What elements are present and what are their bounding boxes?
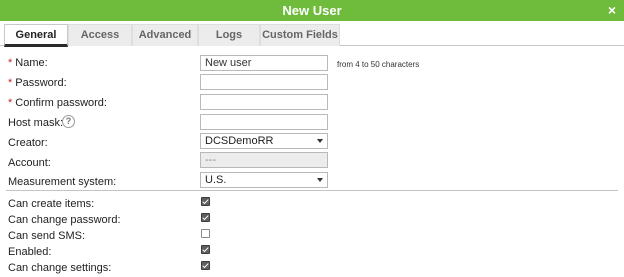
measurement-system-label: Measurement system: [8,176,117,188]
required-marker: * [8,77,13,89]
can-create-items-checkbox[interactable] [201,197,210,206]
can-send-sms-checkbox[interactable] [201,229,210,238]
account-label: Account: [8,157,51,169]
chevron-down-icon [317,139,323,143]
can-send-sms-label: Can send SMS: [8,230,86,242]
creator-label: Creator: [8,137,48,149]
tab-general[interactable]: General [4,24,68,47]
name-label: * Name: [8,57,48,69]
confirm-password-label-text: Confirm password: [15,97,107,109]
confirm-password-input[interactable] [200,94,328,110]
can-create-items-label: Can create items: [8,198,95,210]
tab-custom-fields[interactable]: Custom Fields [260,24,340,46]
tab-advanced[interactable]: Advanced [132,24,198,46]
tab-access[interactable]: Access [68,24,132,46]
name-label-text: Name: [15,57,48,69]
measurement-system-select[interactable]: U.S. [200,172,328,188]
enabled-label: Enabled: [8,246,52,258]
section-divider [6,190,618,191]
creator-select[interactable]: DCSDemoRR [200,133,328,149]
creator-select-value: DCSDemoRR [205,135,274,147]
host-mask-input[interactable] [200,114,328,130]
account-input [200,152,328,168]
confirm-password-label: * Confirm password: [8,97,107,109]
password-label-text: Password: [15,77,67,89]
name-hint: from 4 to 50 characters [337,60,420,69]
help-icon[interactable]: ? [62,115,75,128]
title-bar: New User × [0,0,624,21]
password-input[interactable] [200,74,328,90]
enabled-checkbox[interactable] [201,245,210,254]
can-change-password-checkbox[interactable] [201,213,210,222]
can-change-password-label: Can change password: [8,214,121,226]
name-input[interactable] [200,55,328,71]
tab-bar: General Access Advanced Logs Custom Fiel… [0,22,624,47]
window-title: New User [282,3,342,18]
can-change-settings-checkbox[interactable] [201,261,210,270]
measurement-system-select-value: U.S. [205,174,227,186]
chevron-down-icon [317,178,323,182]
password-label: * Password: [8,77,67,89]
tab-logs[interactable]: Logs [198,24,260,46]
required-marker: * [8,57,13,69]
can-change-settings-label: Can change settings: [8,262,112,274]
required-marker: * [8,97,13,109]
close-icon[interactable]: × [608,2,616,18]
host-mask-label: Host mask: [8,117,64,129]
